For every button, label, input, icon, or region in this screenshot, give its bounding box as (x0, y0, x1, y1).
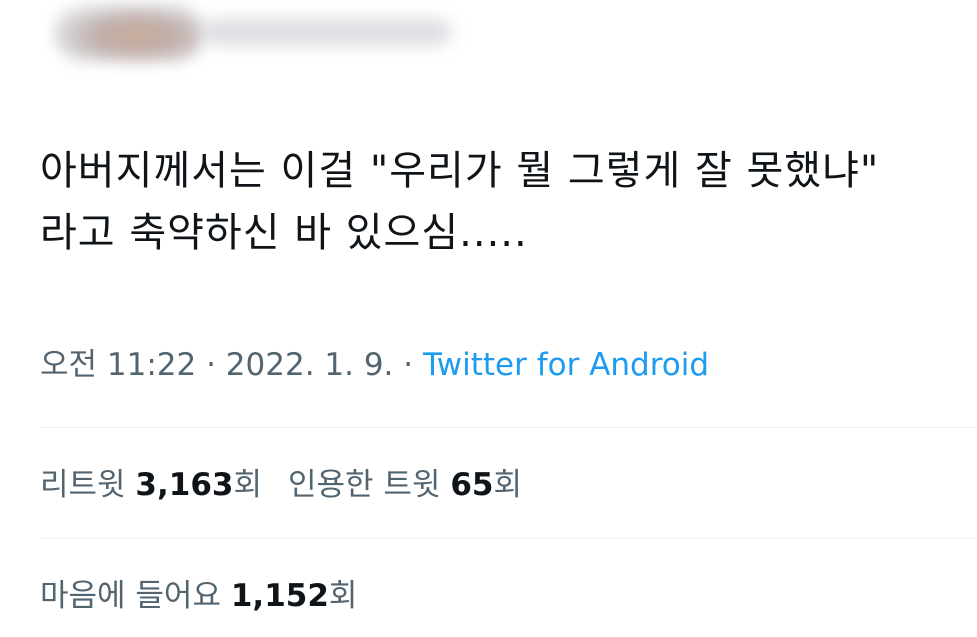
quotes-unit: 회 (493, 467, 523, 503)
retweets-label: 리트윗 (40, 467, 126, 503)
divider (40, 427, 977, 428)
avatar[interactable] (54, 4, 204, 62)
engagement-stats-row: 리트윗 3,163회 인용한 트윗 65회 (40, 465, 522, 505)
tweet-author-header (40, 0, 480, 80)
meta-separator: · (196, 347, 226, 383)
likes-label: 마음에 들어요 (40, 578, 221, 614)
quotes-count: 65 (450, 467, 494, 503)
tweet-source-link[interactable]: Twitter for Android (423, 347, 709, 383)
retweets-count: 3,163 (135, 467, 234, 503)
retweets-unit: 회 (233, 467, 263, 503)
tweet-date[interactable]: 2022. 1. 9. (226, 347, 394, 383)
likes-stat[interactable]: 마음에 들어요 1,152회 (40, 578, 357, 614)
likes-count: 1,152 (230, 578, 329, 614)
likes-stats-row: 마음에 들어요 1,152회 (40, 576, 357, 616)
tweet-meta: 오전 11:22 · 2022. 1. 9. · Twitter for And… (40, 345, 709, 385)
author-handle-blurred[interactable] (202, 18, 452, 46)
retweets-stat[interactable]: 리트윗 3,163회 (40, 467, 262, 503)
meta-separator: · (393, 347, 423, 383)
quotes-stat[interactable]: 인용한 트윗 65회 (288, 467, 522, 503)
tweet-text: 아버지께서는 이걸 "우리가 뭘 그렇게 잘 못했냐" 라고 축약하신 바 있으… (40, 148, 880, 256)
divider (40, 538, 977, 539)
tweet-time[interactable]: 오전 11:22 (40, 347, 196, 383)
likes-unit: 회 (328, 578, 358, 614)
quotes-label: 인용한 트윗 (288, 467, 441, 503)
